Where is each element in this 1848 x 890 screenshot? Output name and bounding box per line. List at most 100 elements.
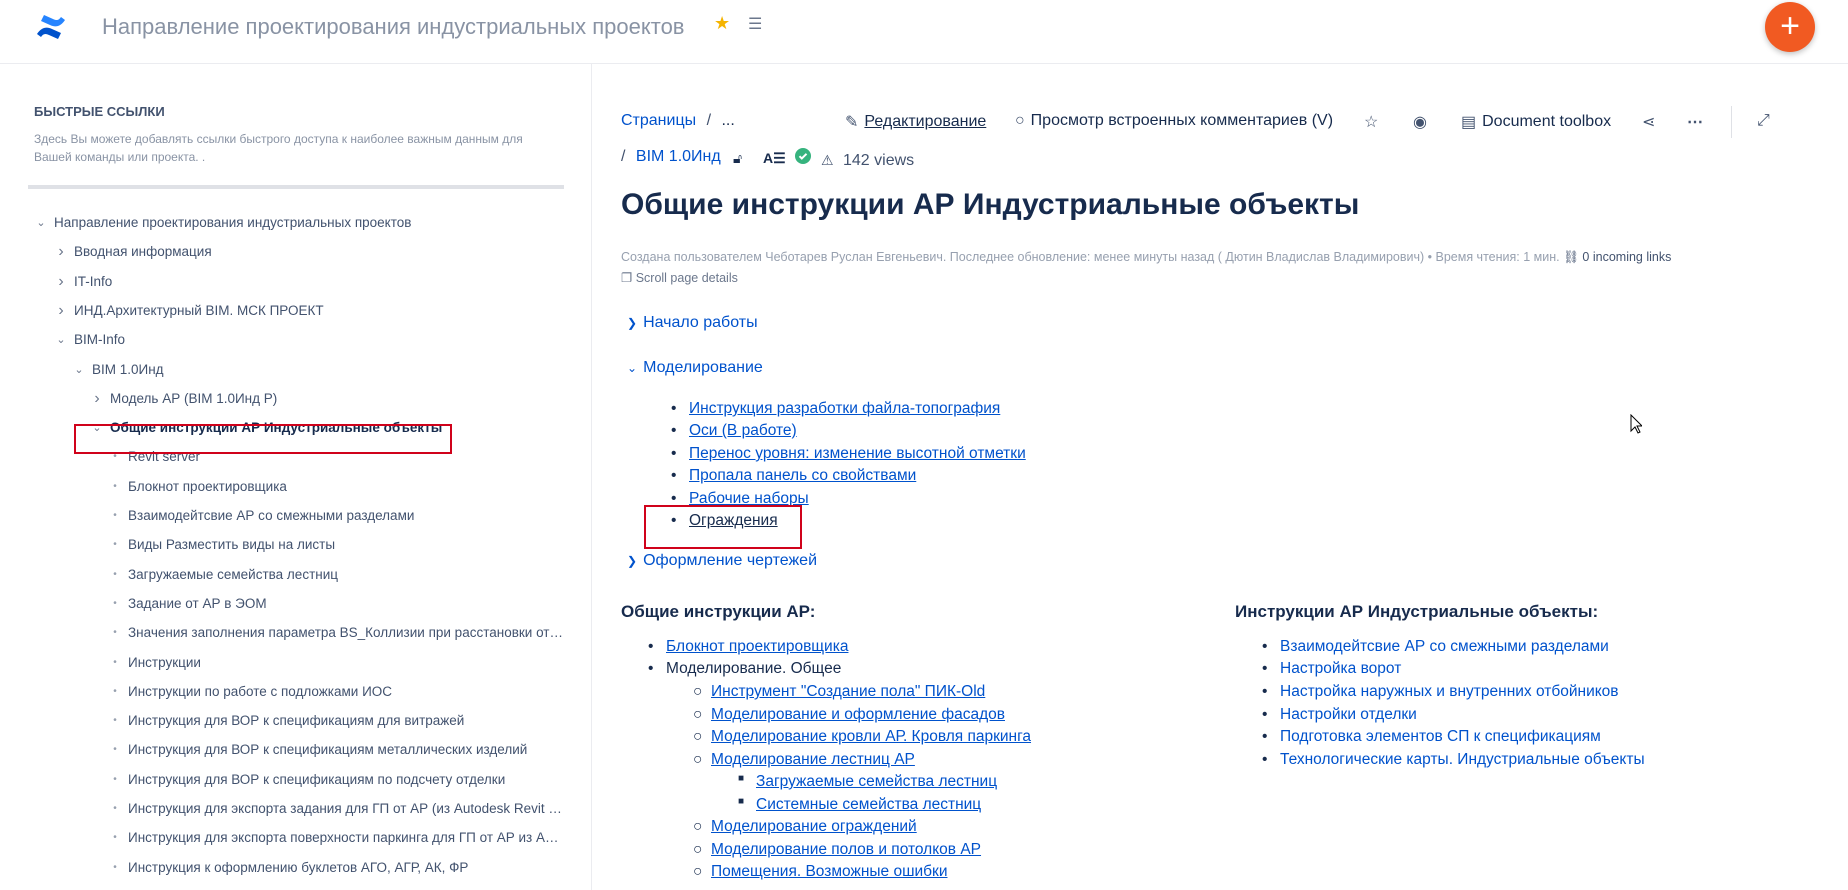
sidebar-tree-item[interactable]: ⌄ BIM-Info bbox=[0, 328, 592, 352]
list-item: ○ Моделирование и оформление фасадов bbox=[693, 706, 1005, 723]
expand-start[interactable]: ❯ Начало работы bbox=[627, 314, 758, 332]
confluence-logo-icon[interactable] bbox=[34, 10, 68, 44]
share-icon: ⋖ bbox=[1642, 114, 1656, 131]
link-stairs[interactable]: Моделирование лестниц АР bbox=[711, 751, 915, 768]
pencil-icon: ✎ bbox=[845, 114, 859, 131]
chevron-down-icon[interactable]: ⌄ bbox=[72, 358, 86, 382]
highlight-box-content bbox=[644, 505, 802, 549]
text-direction-icon[interactable]: A☰ bbox=[763, 150, 786, 167]
edit-button[interactable]: ✎ Редактирование bbox=[845, 112, 986, 132]
sidebar-tree-item[interactable]: • Загружаемые семейства лестниц bbox=[0, 563, 592, 587]
list-item: • Пропала панель со свойствами bbox=[671, 467, 917, 484]
sidebar-tree-item[interactable]: › Вводная информация bbox=[0, 240, 592, 264]
bullet-icon: • bbox=[113, 539, 117, 551]
share-button[interactable]: ⋖ bbox=[1642, 112, 1655, 132]
sidebar-tree-item[interactable]: • Инструкция для ВОР к спецификациям по п… bbox=[0, 768, 592, 792]
sidebar-tree-item[interactable]: • Инструкции bbox=[0, 651, 592, 675]
link-level-transfer[interactable]: Перенос уровня: изменение высотной отмет… bbox=[689, 445, 1026, 462]
chevron-right-icon[interactable]: › bbox=[54, 299, 68, 323]
sidebar-tree-label: Направление проектирования индустриальны… bbox=[54, 215, 412, 230]
list-item: ○ Моделирование ограждений bbox=[693, 818, 917, 835]
chevron-right-icon[interactable]: › bbox=[54, 240, 68, 264]
link-floors-ceilings[interactable]: Моделирование полов и потолков АР bbox=[711, 841, 981, 858]
chevron-right-icon: ❯ bbox=[627, 316, 638, 330]
sidebar-tree-item[interactable]: ⌄ BIM 1.0Инд bbox=[0, 358, 592, 382]
sidebar-tree-item[interactable]: • Виды Разместить виды на листы bbox=[0, 533, 592, 557]
list-item: • Настройка ворот bbox=[1262, 660, 1402, 677]
star-page-button[interactable]: ☆ bbox=[1364, 112, 1378, 132]
chevron-down-icon[interactable]: ⌄ bbox=[34, 211, 48, 235]
view-comments-button[interactable]: ○ Просмотр встроенных комментариев (V) bbox=[1015, 112, 1333, 130]
sidebar-tree-label: BIM-Info bbox=[74, 332, 126, 348]
sidebar-tree-item[interactable]: • Инструкция к оформлению буклетов АГО, А… bbox=[0, 856, 592, 880]
list-icon[interactable]: ☰ bbox=[748, 14, 762, 34]
sidebar-tree-item[interactable]: › ИНД.Архитектурный BIM. МСК ПРОЕКТ bbox=[0, 299, 592, 323]
breadcrumb-pages[interactable]: Страницы bbox=[621, 112, 696, 129]
bullet-icon: • bbox=[113, 715, 117, 727]
sidebar-tree-item[interactable]: • Инструкция для экспорта задания для ГП … bbox=[0, 797, 592, 821]
comment-icon: ○ bbox=[1015, 112, 1025, 129]
sidebar-tree-label: Инструкция для ВОР к спецификациям по по… bbox=[128, 771, 506, 787]
sidebar-tree-item[interactable]: • Взаимодейтсвие АР со смежными разделами bbox=[0, 504, 592, 528]
sidebar-tree-item[interactable]: ⌄ Направление проектирования индустриальн… bbox=[0, 211, 592, 235]
sidebar-tree-item[interactable]: • Блокнот проектировщика bbox=[0, 475, 592, 499]
link-interaction[interactable]: Взаимодейтсвие АР со смежными разделами bbox=[1280, 638, 1609, 655]
breadcrumb-separator: / bbox=[706, 112, 712, 129]
link-floor-tool[interactable]: Инструмент "Создание пола" ПИК-Old bbox=[711, 683, 985, 700]
link-loadable-stairs[interactable]: Загружаемые семейства лестниц bbox=[756, 773, 997, 790]
link-bumpers[interactable]: Настройка наружных и внутренних отбойник… bbox=[1280, 683, 1619, 700]
sidebar-tree-item[interactable]: • Задание от АР в ЭОМ bbox=[0, 592, 592, 616]
sidebar-tree-label: Взаимодейтсвие АР со смежными разделами bbox=[128, 508, 415, 523]
space-title[interactable]: Направление проектирования индустриальны… bbox=[102, 14, 685, 40]
breadcrumb-more[interactable]: ... bbox=[721, 112, 734, 129]
sidebar-tree-item[interactable]: › IT-Info bbox=[0, 270, 592, 294]
sidebar-tree-item[interactable]: • Инструкция для экспорта поверхности пар… bbox=[0, 826, 592, 850]
sidebar-tree-label: Блокнот проектировщика bbox=[128, 478, 287, 494]
link-railings-modeling[interactable]: Моделирование ограждений bbox=[711, 818, 917, 835]
bullet-icon: • bbox=[113, 685, 117, 697]
chevron-right-icon[interactable]: › bbox=[54, 270, 68, 294]
more-actions-button[interactable]: ⋯ bbox=[1687, 112, 1703, 132]
watch-button[interactable]: ◉ bbox=[1413, 112, 1427, 132]
list-item: • Инструкция разработки файла-топография bbox=[671, 400, 1001, 417]
expand-drawings-label: Оформление чертежей bbox=[643, 552, 818, 569]
link-topography[interactable]: Инструкция разработки файла-топография bbox=[689, 400, 1000, 417]
confluence-page: Направление проектирования индустриальны… bbox=[0, 0, 1848, 890]
sidebar-tree-item[interactable]: • Инструкция для ВОР к спецификациям мета… bbox=[0, 738, 592, 762]
breadcrumb-parent[interactable]: BIM 1.0Инд bbox=[636, 148, 721, 165]
incoming-links[interactable]: ⛓ 0 incoming links bbox=[1563, 250, 1671, 264]
eye-icon: ◉ bbox=[1413, 114, 1427, 131]
sidebar-tree-label: BIM 1.0Инд bbox=[92, 361, 164, 377]
sidebar-tree-item[interactable]: • Инструкция для ВОР к спецификациям для … bbox=[0, 709, 592, 733]
link-properties-panel[interactable]: Пропала панель со свойствами bbox=[689, 467, 916, 484]
expand-drawings[interactable]: ❯ Оформление чертежей bbox=[627, 552, 817, 570]
analytics-icon: ⚠︎ bbox=[821, 152, 834, 168]
sidebar-tree-item[interactable]: › Модель АР (BIM 1.0Инд Р) bbox=[0, 387, 592, 411]
link-axes[interactable]: Оси (В работе) bbox=[689, 422, 797, 439]
toolbar-divider bbox=[1731, 106, 1732, 138]
link-system-stairs[interactable]: Системные семейства лестниц bbox=[756, 796, 981, 813]
fullscreen-button[interactable]: ⤢ bbox=[1757, 112, 1770, 130]
expand-modeling[interactable]: ⌄ Моделирование bbox=[627, 359, 763, 377]
link-rooms-errors[interactable]: Помещения. Возможные ошибки bbox=[711, 863, 947, 880]
link-finishing[interactable]: Настройки отделки bbox=[1280, 706, 1417, 723]
link-notebook[interactable]: Блокнот проектировщика bbox=[666, 638, 848, 655]
link-gates[interactable]: Настройка ворот bbox=[1280, 660, 1401, 677]
scroll-page-details[interactable]: ❐ Scroll page details bbox=[621, 270, 738, 285]
chevron-down-icon[interactable]: ⌄ bbox=[54, 328, 68, 352]
sidebar-tree-item[interactable]: • Инструкции по работе с подложками ИОС bbox=[0, 680, 592, 704]
create-button[interactable]: + bbox=[1765, 2, 1815, 52]
views-count[interactable]: 142 views bbox=[843, 152, 914, 170]
link-facades[interactable]: Моделирование и оформление фасадов bbox=[711, 706, 1005, 723]
restrictions-icon[interactable]: 🔓︎ bbox=[733, 150, 742, 167]
chevron-right-icon[interactable]: › bbox=[90, 387, 104, 411]
link-tech-cards[interactable]: Технологические карты. Индустриальные об… bbox=[1280, 751, 1645, 768]
more-icon: ⋯ bbox=[1687, 114, 1703, 131]
link-sp-elements[interactable]: Подготовка элементов СП к спецификациям bbox=[1280, 728, 1601, 745]
sidebar-divider bbox=[28, 185, 564, 189]
list-item: • Настройки отделки bbox=[1262, 706, 1417, 723]
sidebar-tree-item[interactable]: • Значения заполнения параметра BS_Коллиз… bbox=[0, 621, 592, 645]
document-toolbox-button[interactable]: ▤ Document toolbox bbox=[1461, 112, 1611, 132]
star-icon[interactable]: ★ bbox=[714, 13, 730, 34]
link-roof[interactable]: Моделирование кровли АР. Кровля паркинга bbox=[711, 728, 1031, 745]
